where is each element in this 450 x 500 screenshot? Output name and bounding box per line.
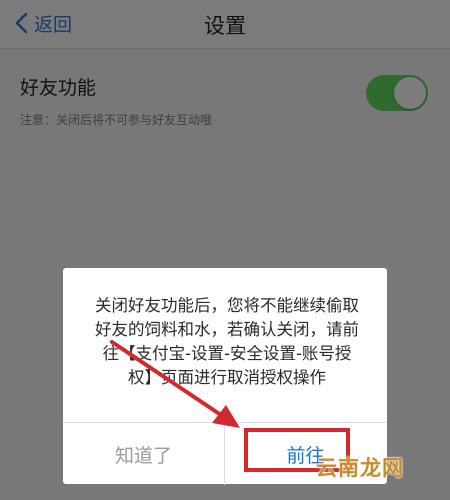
friend-feature-row: 好友功能 注意：关闭后将不可参与好友互动哦	[0, 65, 450, 129]
navigation-bar: 返回 设置	[0, 0, 450, 49]
page-title: 设置	[204, 14, 246, 38]
friend-feature-toggle[interactable]	[366, 75, 428, 111]
setting-description: 注意：关闭后将不可参与好友互动哦	[20, 113, 213, 127]
cancel-button[interactable]: 知道了	[63, 423, 225, 485]
watermark-logo: 云南龙网	[316, 456, 404, 480]
setting-title: 好友功能	[20, 77, 97, 99]
app-screen: 返回 设置 好友功能 注意：关闭后将不可参与好友互动哦 关闭好友功能后，您将不能…	[0, 0, 450, 500]
dialog-message: 关闭好友功能后，您将不能继续偷取 好友的饲料和水，若确认关闭，请前 往【支付宝-…	[95, 296, 359, 387]
toggle-knob	[394, 77, 426, 109]
